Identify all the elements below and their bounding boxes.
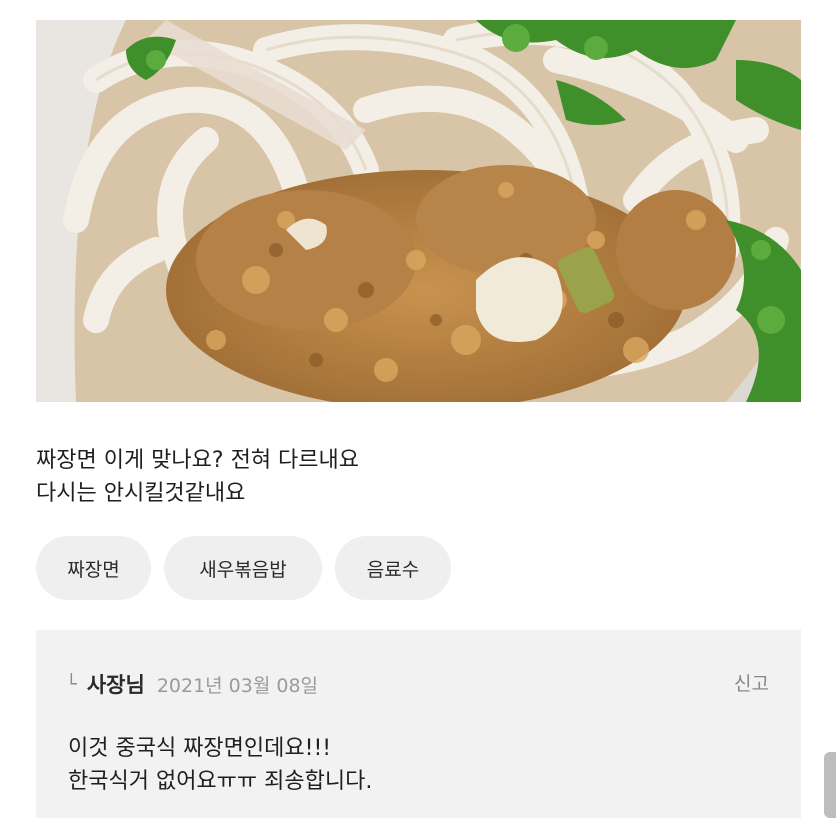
- review-text-line-1: 짜장면 이게 맞나요? 전혀 다르내요: [36, 448, 360, 473]
- menu-chip-drink[interactable]: 음료수: [335, 536, 451, 600]
- report-button[interactable]: 신고: [734, 670, 769, 698]
- menu-chip-shrimp-fried-rice[interactable]: 새우볶음밥: [164, 536, 322, 600]
- review-photo[interactable]: [36, 20, 801, 402]
- noodle-dish-image: [36, 20, 801, 402]
- owner-reply-box: └ 사장님 2021년 03월 08일 신고 이것 중국식 짜장면인데요!!! …: [36, 630, 801, 818]
- reply-author: 사장님: [86, 673, 145, 697]
- review-text: 짜장면 이게 맞나요? 전혀 다르내요 다시는 안시킬것같내요: [36, 444, 776, 510]
- menu-chip-jjajangmyeon[interactable]: 짜장면: [36, 536, 151, 600]
- reply-text-line-2: 한국식거 없어요ㅠㅠ 죄송합니다.: [68, 769, 373, 794]
- reply-date: 2021년 03월 08일: [156, 674, 319, 697]
- scrollbar-thumb[interactable]: [824, 752, 836, 818]
- reply-text-line-1: 이것 중국식 짜장면인데요!!!: [68, 736, 332, 761]
- review-text-line-2: 다시는 안시킬것같내요: [36, 481, 246, 506]
- reply-arrow-icon: └: [66, 673, 77, 695]
- reply-header: └ 사장님 2021년 03월 08일: [66, 670, 318, 698]
- reply-text: 이것 중국식 짜장면인데요!!! 한국식거 없어요ㅠㅠ 죄송합니다.: [68, 732, 372, 798]
